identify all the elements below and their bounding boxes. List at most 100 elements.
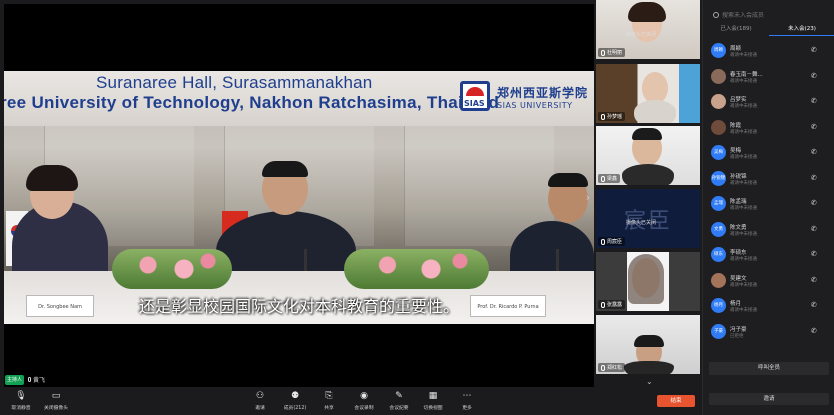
avatar: 孟瑞 <box>711 196 726 211</box>
phone-icon[interactable]: ✆ <box>811 46 819 54</box>
grid-icon: ▦ <box>428 391 438 401</box>
banner-line-2: ree University of Technology, Nakhon Rat… <box>4 93 500 112</box>
layout-button[interactable]: ▦ 切换视图 <box>417 391 449 411</box>
logo-abbr: SIAS <box>464 99 485 108</box>
participant-status: 邀请中未接通 <box>730 231 757 237</box>
call-all-button[interactable]: 呼叫全员 <box>709 362 829 375</box>
mic-icon <box>28 377 32 382</box>
chevron-right-icon[interactable]: › <box>583 190 593 206</box>
invite-toolbar-button[interactable]: ⚇ 邀请 <box>244 391 276 411</box>
participant-item[interactable]: 吴建文 邀请中未接通 ✆ <box>703 270 834 291</box>
avatar <box>711 94 726 109</box>
phone-icon[interactable]: ✆ <box>811 327 819 335</box>
banner-line-1: Suranaree Hall, Surasammanakhan <box>96 73 373 92</box>
video-tile[interactable]: 宸臣 摄像头已关闭 周宸臣 <box>596 189 700 248</box>
phone-icon[interactable]: ✆ <box>811 72 819 80</box>
speaker-center-hair <box>262 161 308 177</box>
camera-toggle-button[interactable]: ▭ 关闭摄像头 <box>40 391 72 411</box>
tile-status: 摄像头已关闭 <box>626 32 657 38</box>
participant-status: 邀请中未接通 <box>730 53 757 58</box>
phone-icon[interactable]: ✆ <box>811 276 819 284</box>
tile-name: 梁鑫 <box>607 176 618 182</box>
participant-status: 邀请中未接通 <box>730 104 757 109</box>
participant-name: 春玉南－舞... <box>730 71 763 78</box>
participant-name: 杨月 <box>730 301 742 307</box>
phone-icon[interactable]: ✆ <box>811 148 819 156</box>
logo-chinese-name: 郑州西亚斯学院 <box>497 86 589 100</box>
search-icon <box>713 12 719 18</box>
participant-item[interactable]: 杨月 杨月 邀请中未接通 ✆ <box>703 295 834 316</box>
tab-not-joined[interactable]: 未入会(23) <box>769 24 834 36</box>
host-name-tag: 黄飞 <box>28 375 45 384</box>
avatar: 子豪 <box>711 323 726 339</box>
tile-name: 张露露 <box>607 302 623 308</box>
participant-name: 吕梦实 <box>730 97 747 103</box>
participant-hair <box>632 128 662 140</box>
unmute-button[interactable]: 🎙 取消静音 <box>5 391 37 411</box>
microphone <box>304 249 307 273</box>
invite-button[interactable]: 邀请 <box>709 393 829 405</box>
participant-body <box>622 164 674 185</box>
tab-joined[interactable]: 已入会(189) <box>703 24 769 36</box>
mic-icon <box>601 49 605 56</box>
video-tile[interactable]: 郑红松 <box>596 315 700 374</box>
tile-name-tag: 张露露 <box>598 300 626 309</box>
avatar <box>711 272 726 288</box>
main-video-stage[interactable]: Suranaree Hall, Surasammanakhan ree Univ… <box>4 4 594 387</box>
participant-video-strip: 摄像头已关闭 杜明丽 孙梦瑶 梁鑫 宸臣 摄像头已关闭 周宸臣 张露露 郑红松 <box>596 0 700 388</box>
avatar: 周颖 <box>711 43 726 58</box>
camera-icon: ▭ <box>51 391 61 401</box>
video-tile[interactable]: 摄像头已关闭 杜明丽 <box>596 0 700 59</box>
participant-status: 邀请中未接通 <box>730 257 757 262</box>
speaker-right-hair <box>548 173 588 187</box>
participant-list: 周颖 周颖 邀请中未接通 ✆ 春玉南－舞... 邀请中未接通 ✆ 吕梦实 邀请中未接通 ✆ 陈霞 邀请… <box>703 40 834 355</box>
participant-item[interactable]: 周颖 周颖 邀请中未接通 ✆ <box>703 40 834 61</box>
tile-name: 郑红松 <box>607 365 623 371</box>
tile-name-tag: 郑红松 <box>598 363 626 372</box>
phone-icon[interactable]: ✆ <box>811 250 819 258</box>
avatar: 文勇 <box>711 221 726 237</box>
mic-icon <box>601 364 605 371</box>
member-search <box>709 8 829 22</box>
search-input[interactable] <box>722 11 822 19</box>
participant-item[interactable]: 子豪 冯子豪 已拒绝 ✆ <box>703 321 834 342</box>
participant-status: 邀请中未接通 <box>730 308 757 313</box>
participant-name: 周颖 <box>730 46 742 52</box>
video-tile[interactable]: 梁鑫 <box>596 126 700 185</box>
video-subtitle: 还是彰显校园国际文化对本科教育的重要性。 <box>138 297 459 316</box>
phone-icon[interactable]: ✆ <box>811 97 819 105</box>
avatar: 孙锐锦 <box>711 170 726 186</box>
phone-icon[interactable]: ✆ <box>811 301 819 309</box>
chevron-down-icon[interactable]: ⌄ <box>646 378 654 386</box>
share-button[interactable]: ⎘ 共享 <box>313 391 345 411</box>
video-tile[interactable]: 孙梦瑶 <box>596 64 700 123</box>
participant-item[interactable]: 陈霞 邀请中未接通 ✆ <box>703 117 834 138</box>
host-badge: 主持人 <box>5 374 25 385</box>
meeting-window: Suranaree Hall, Surasammanakhan ree Univ… <box>0 0 834 415</box>
tile-name: 孙梦瑶 <box>607 114 623 120</box>
flower-arrangement <box>112 249 232 289</box>
participant-item[interactable]: 吕梦实 邀请中未接通 ✆ <box>703 91 834 112</box>
record-button[interactable]: ◉ 会议录制 <box>348 391 380 411</box>
participant-status: 邀请中未接通 <box>730 282 757 288</box>
participants-panel: 已入会(189) 未入会(23) 周颖周颖邀请中未接通✆春玉南－舞...邀请中未… <box>702 0 834 415</box>
members-button[interactable]: ⚉ 成员(212) <box>279 391 311 411</box>
mic-icon <box>601 113 605 120</box>
participant-item[interactable]: 文勇 陈文勇 邀请中未接通 ✆ <box>703 219 834 240</box>
avatar: 吴梅 <box>711 145 726 160</box>
participant-item[interactable]: 孟瑞 陈孟瑞 邀请中未接通 ✆ <box>703 193 834 214</box>
more-button[interactable]: ⋯ 更多 <box>451 391 483 411</box>
phone-icon[interactable]: ✆ <box>811 174 819 182</box>
minutes-button[interactable]: ✎ 会议纪要 <box>383 391 415 411</box>
record-icon: ◉ <box>360 391 368 401</box>
video-tile[interactable]: 张露露 <box>596 252 700 311</box>
participant-item[interactable]: 硕东 李硕东 邀请中未接通 ✆ <box>703 244 834 265</box>
phone-icon[interactable]: ✆ <box>811 225 819 233</box>
end-meeting-button[interactable]: 结束 <box>657 395 695 407</box>
participant-item[interactable]: 春玉南－舞... 邀请中未接通 ✆ <box>703 66 834 87</box>
participant-item[interactable]: 孙锐锦 孙锐锦 邀请中未接通 ✆ <box>703 168 834 189</box>
phone-icon[interactable]: ✆ <box>811 199 819 207</box>
logo-english-name: SIAS UNIVERSITY <box>497 101 573 110</box>
participant-item[interactable]: 吴梅 吴梅 邀请中未接通 ✆ <box>703 142 834 163</box>
phone-icon[interactable]: ✆ <box>811 123 819 131</box>
